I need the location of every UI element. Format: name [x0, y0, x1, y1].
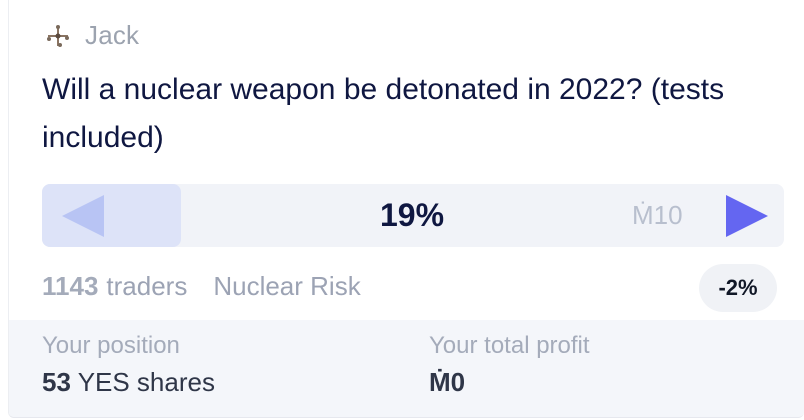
- profit-label: Your total profit: [429, 332, 590, 359]
- traders-label: traders: [106, 271, 188, 301]
- left-triangle-icon: [62, 195, 104, 237]
- creator-name[interactable]: Jack: [85, 20, 139, 51]
- profit-column: Your total profit Ṁ0: [429, 332, 590, 402]
- market-stats: 1143 traders Nuclear Risk: [42, 271, 361, 302]
- quick-bet-bar: 19% Ṁ10: [42, 184, 784, 247]
- creator-row[interactable]: Jack: [45, 20, 139, 51]
- shares-label: YES shares: [77, 367, 215, 397]
- probability-value: 19%: [379, 197, 445, 233]
- position-column: Your position 53 YES shares: [42, 332, 215, 402]
- market-question[interactable]: Will a nuclear weapon be detonated in 20…: [42, 66, 762, 162]
- profit-amount: Ṁ0: [429, 367, 466, 397]
- group-tag[interactable]: Nuclear Risk: [213, 271, 360, 302]
- market-card[interactable]: Jack Will a nuclear weapon be detonated …: [8, 0, 804, 418]
- profit-value: Ṁ0: [429, 362, 590, 402]
- traders-stat: 1143 traders: [42, 271, 187, 302]
- bet-amount[interactable]: Ṁ10: [632, 184, 683, 247]
- bet-yes-button[interactable]: [718, 184, 778, 247]
- position-label: Your position: [42, 332, 180, 359]
- creator-avatar-icon: [45, 23, 71, 49]
- shares-count: 53: [42, 367, 71, 397]
- user-position-panel: Your position 53 YES shares Your total p…: [9, 320, 804, 417]
- probability-change-badge: -2%: [699, 264, 777, 312]
- bet-no-button[interactable]: [42, 184, 181, 247]
- position-value: 53 YES shares: [42, 362, 215, 402]
- right-triangle-icon: [726, 195, 768, 237]
- traders-count: 1143: [42, 271, 99, 301]
